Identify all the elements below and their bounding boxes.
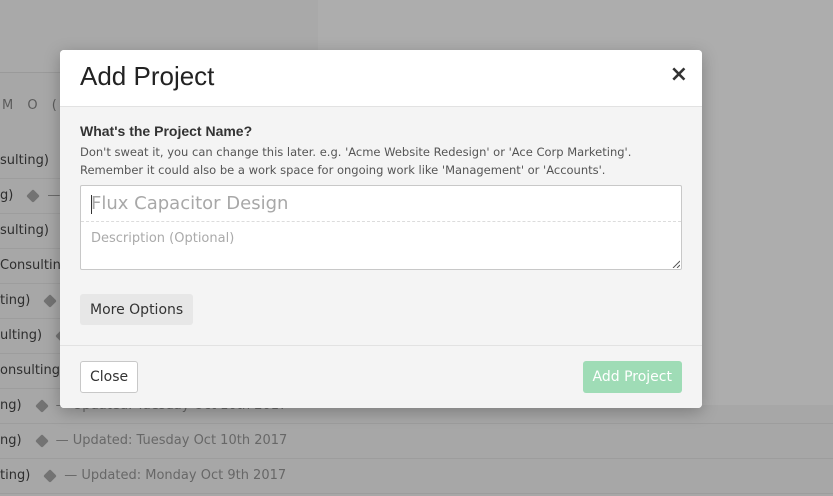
- help-text-line: Don't sweat it, you can change this late…: [80, 145, 632, 159]
- modal-body: What's the Project Name? Don't sweat it,…: [60, 107, 702, 346]
- description-input[interactable]: [81, 223, 681, 279]
- help-text: Don't sweat it, you can change this late…: [80, 143, 670, 179]
- modal-title: Add Project: [80, 61, 215, 91]
- close-button[interactable]: Close: [80, 361, 139, 393]
- resize-handle-icon[interactable]: [672, 260, 680, 268]
- project-name-label: What's the Project Name?: [80, 123, 253, 139]
- add-project-modal: Add Project × What's the Project Name? D…: [60, 50, 702, 408]
- more-options-button[interactable]: More Options: [80, 294, 194, 325]
- project-name-input[interactable]: [81, 186, 681, 222]
- close-icon[interactable]: ×: [670, 64, 688, 86]
- project-input-group: [80, 185, 682, 279]
- help-text-line: Remember it could also be a work space f…: [80, 163, 606, 177]
- modal-footer: Close Add Project: [60, 346, 702, 408]
- modal-header: Add Project ×: [60, 50, 702, 107]
- add-project-button[interactable]: Add Project: [582, 361, 682, 393]
- text-caret: [91, 195, 92, 214]
